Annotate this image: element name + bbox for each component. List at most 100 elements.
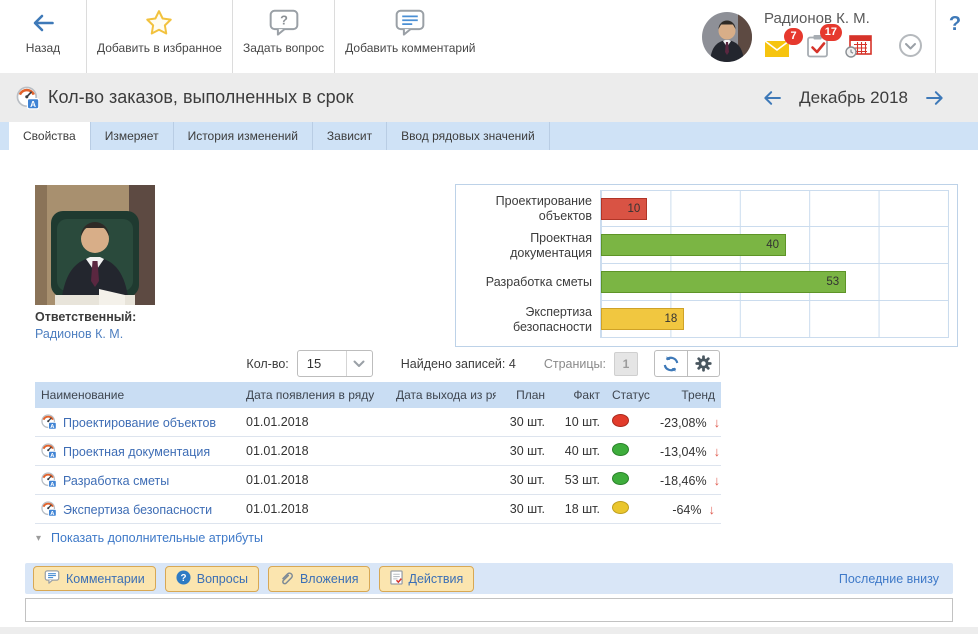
- page-size-value: 15: [298, 351, 346, 376]
- chart-bar: 10: [601, 198, 647, 220]
- plan-cell: 30 шт.: [496, 466, 551, 495]
- date-exit-cell: [390, 408, 496, 437]
- add-favorite-label: Добавить в избранное: [97, 41, 222, 55]
- prev-period-arrow-icon[interactable]: [759, 88, 785, 108]
- back-button[interactable]: Назад: [0, 0, 86, 73]
- series-name-link[interactable]: Экспертиза безопасности: [63, 503, 212, 517]
- status-indicator: [612, 443, 629, 456]
- refresh-button[interactable]: [654, 350, 687, 377]
- current-page-button[interactable]: 1: [614, 352, 638, 376]
- chart-category-label: Разработка сметы: [460, 264, 600, 301]
- comments-button[interactable]: Комментарии: [33, 566, 156, 591]
- date-appear-cell: 01.01.2018: [240, 408, 390, 437]
- calendar-clock-icon[interactable]: [845, 34, 872, 63]
- collapse-triangle-icon: ▾: [36, 533, 41, 544]
- footer-toolbar: Комментарии ? Вопросы Вложения Действия: [25, 563, 953, 594]
- date-exit-cell: [390, 437, 496, 466]
- help-button[interactable]: ?: [936, 0, 974, 73]
- ask-question-label: Задать вопрос: [243, 41, 324, 55]
- status-cell: [606, 495, 654, 524]
- questions-icon: ?: [176, 570, 191, 588]
- star-icon: [144, 5, 174, 41]
- back-label: Назад: [26, 41, 60, 55]
- attachments-button[interactable]: Вложения: [268, 566, 370, 592]
- series-name-cell: AРазработка сметы: [35, 466, 240, 495]
- latest-at-bottom-link[interactable]: Последние внизу: [839, 572, 945, 586]
- plan-cell: 30 шт.: [496, 437, 551, 466]
- trend-down-arrow-icon: ↓: [714, 415, 721, 430]
- attachments-label: Вложения: [300, 572, 359, 586]
- mail-icon[interactable]: 7: [764, 38, 790, 63]
- column-header[interactable]: Тренд: [654, 382, 721, 408]
- show-attributes-toggle[interactable]: ▾ Показать дополнительные атрибуты: [36, 531, 263, 545]
- svg-text:A: A: [50, 511, 54, 517]
- mail-badge: 7: [784, 28, 803, 45]
- question-bubble-icon: ?: [269, 5, 299, 41]
- show-attributes-label: Показать дополнительные атрибуты: [51, 531, 263, 545]
- table-actions: [654, 350, 720, 377]
- tab-depends[interactable]: Зависит: [313, 122, 387, 150]
- series-name-link[interactable]: Проектная документация: [63, 445, 210, 459]
- table-row: AПроектирование объектов01.01.201830 шт.…: [35, 408, 721, 437]
- properties-panel: Ответственный: Радионов К. М. Проектиров…: [0, 150, 978, 634]
- select-chevron-icon: [346, 351, 372, 376]
- user-cluster: Радионов К. М. 7 17: [702, 0, 978, 73]
- add-comment-button[interactable]: Добавить комментарий: [335, 0, 485, 73]
- column-header[interactable]: Статус: [606, 382, 654, 408]
- next-period-arrow-icon[interactable]: [922, 88, 948, 108]
- top-toolbar: Назад Добавить в избранное ? Задать вопр…: [0, 0, 978, 73]
- table-row: AРазработка сметы01.01.201830 шт.53 шт.-…: [35, 466, 721, 495]
- column-header[interactable]: Дата выхода из ряда: [390, 382, 496, 408]
- trend-value: -23,08%: [660, 416, 707, 430]
- series-name-link[interactable]: Разработка сметы: [63, 474, 169, 488]
- kpi-gauge-icon: A: [16, 86, 40, 110]
- tab-properties[interactable]: Свойства: [9, 122, 91, 150]
- chart-plot-cell: 18: [600, 301, 949, 338]
- comment-bubble-icon: [395, 5, 425, 41]
- chart-plot-cell: 40: [600, 227, 949, 264]
- questions-button[interactable]: ? Вопросы: [165, 566, 259, 592]
- ask-question-button[interactable]: ? Задать вопрос: [233, 0, 334, 73]
- records-found-label: Найдено записей:: [401, 357, 506, 371]
- user-avatar[interactable]: [702, 12, 752, 62]
- series-name-link[interactable]: Проектирование объектов: [63, 416, 216, 430]
- add-favorite-button[interactable]: Добавить в избранное: [87, 0, 232, 73]
- bar-chart: Проектирование объектов10Проектная докум…: [455, 184, 958, 347]
- column-header[interactable]: Дата появления в ряду: [240, 382, 390, 408]
- tasks-icon[interactable]: 17: [806, 34, 829, 63]
- chart-plot-cell: 10: [600, 190, 949, 227]
- trend-cell: -13,04%↓: [654, 437, 721, 466]
- tab-series-values-input[interactable]: Ввод рядовых значений: [387, 122, 550, 150]
- status-cell: [606, 466, 654, 495]
- plan-cell: 30 шт.: [496, 495, 551, 524]
- page-size-select[interactable]: 15: [297, 350, 373, 377]
- tab-change-history[interactable]: История изменений: [174, 122, 313, 150]
- list-controls: Кол-во: 15 Найдено записей: 4 Страницы: …: [246, 350, 720, 377]
- settings-gear-button[interactable]: [687, 350, 720, 377]
- chart-bar-value: 10: [627, 203, 640, 215]
- svg-text:A: A: [50, 424, 54, 430]
- chart-category-label: Экспертиза безопасности: [460, 301, 600, 338]
- trend-cell: -64%↓: [654, 495, 721, 524]
- back-arrow-icon: [28, 5, 58, 41]
- chart-rows: Проектирование объектов10Проектная докум…: [460, 190, 949, 338]
- paperclip-icon: [279, 570, 294, 588]
- svg-text:?: ?: [180, 572, 186, 583]
- svg-text:?: ?: [280, 13, 288, 28]
- column-header[interactable]: План: [496, 382, 551, 408]
- tab-measures[interactable]: Измеряет: [91, 122, 174, 150]
- column-header[interactable]: Наименование: [35, 382, 240, 408]
- series-table-header-row: НаименованиеДата появления в рядуДата вы…: [35, 382, 721, 408]
- series-name-cell: A Проектирование объектов: [35, 408, 240, 437]
- trend-value: -18,46%: [660, 474, 707, 488]
- svg-text:A: A: [50, 453, 54, 459]
- actions-button[interactable]: Действия: [379, 566, 475, 592]
- fact-cell: 40 шт.: [551, 437, 606, 466]
- series-table: НаименованиеДата появления в рядуДата вы…: [35, 382, 721, 524]
- responsible-name-link[interactable]: Радионов К. М.: [35, 327, 123, 341]
- bottom-strip: [0, 627, 978, 634]
- chevron-down-icon[interactable]: [898, 33, 923, 63]
- chart-bar: 53: [601, 271, 846, 293]
- chart-bar: 18: [601, 308, 684, 330]
- column-header[interactable]: Факт: [551, 382, 606, 408]
